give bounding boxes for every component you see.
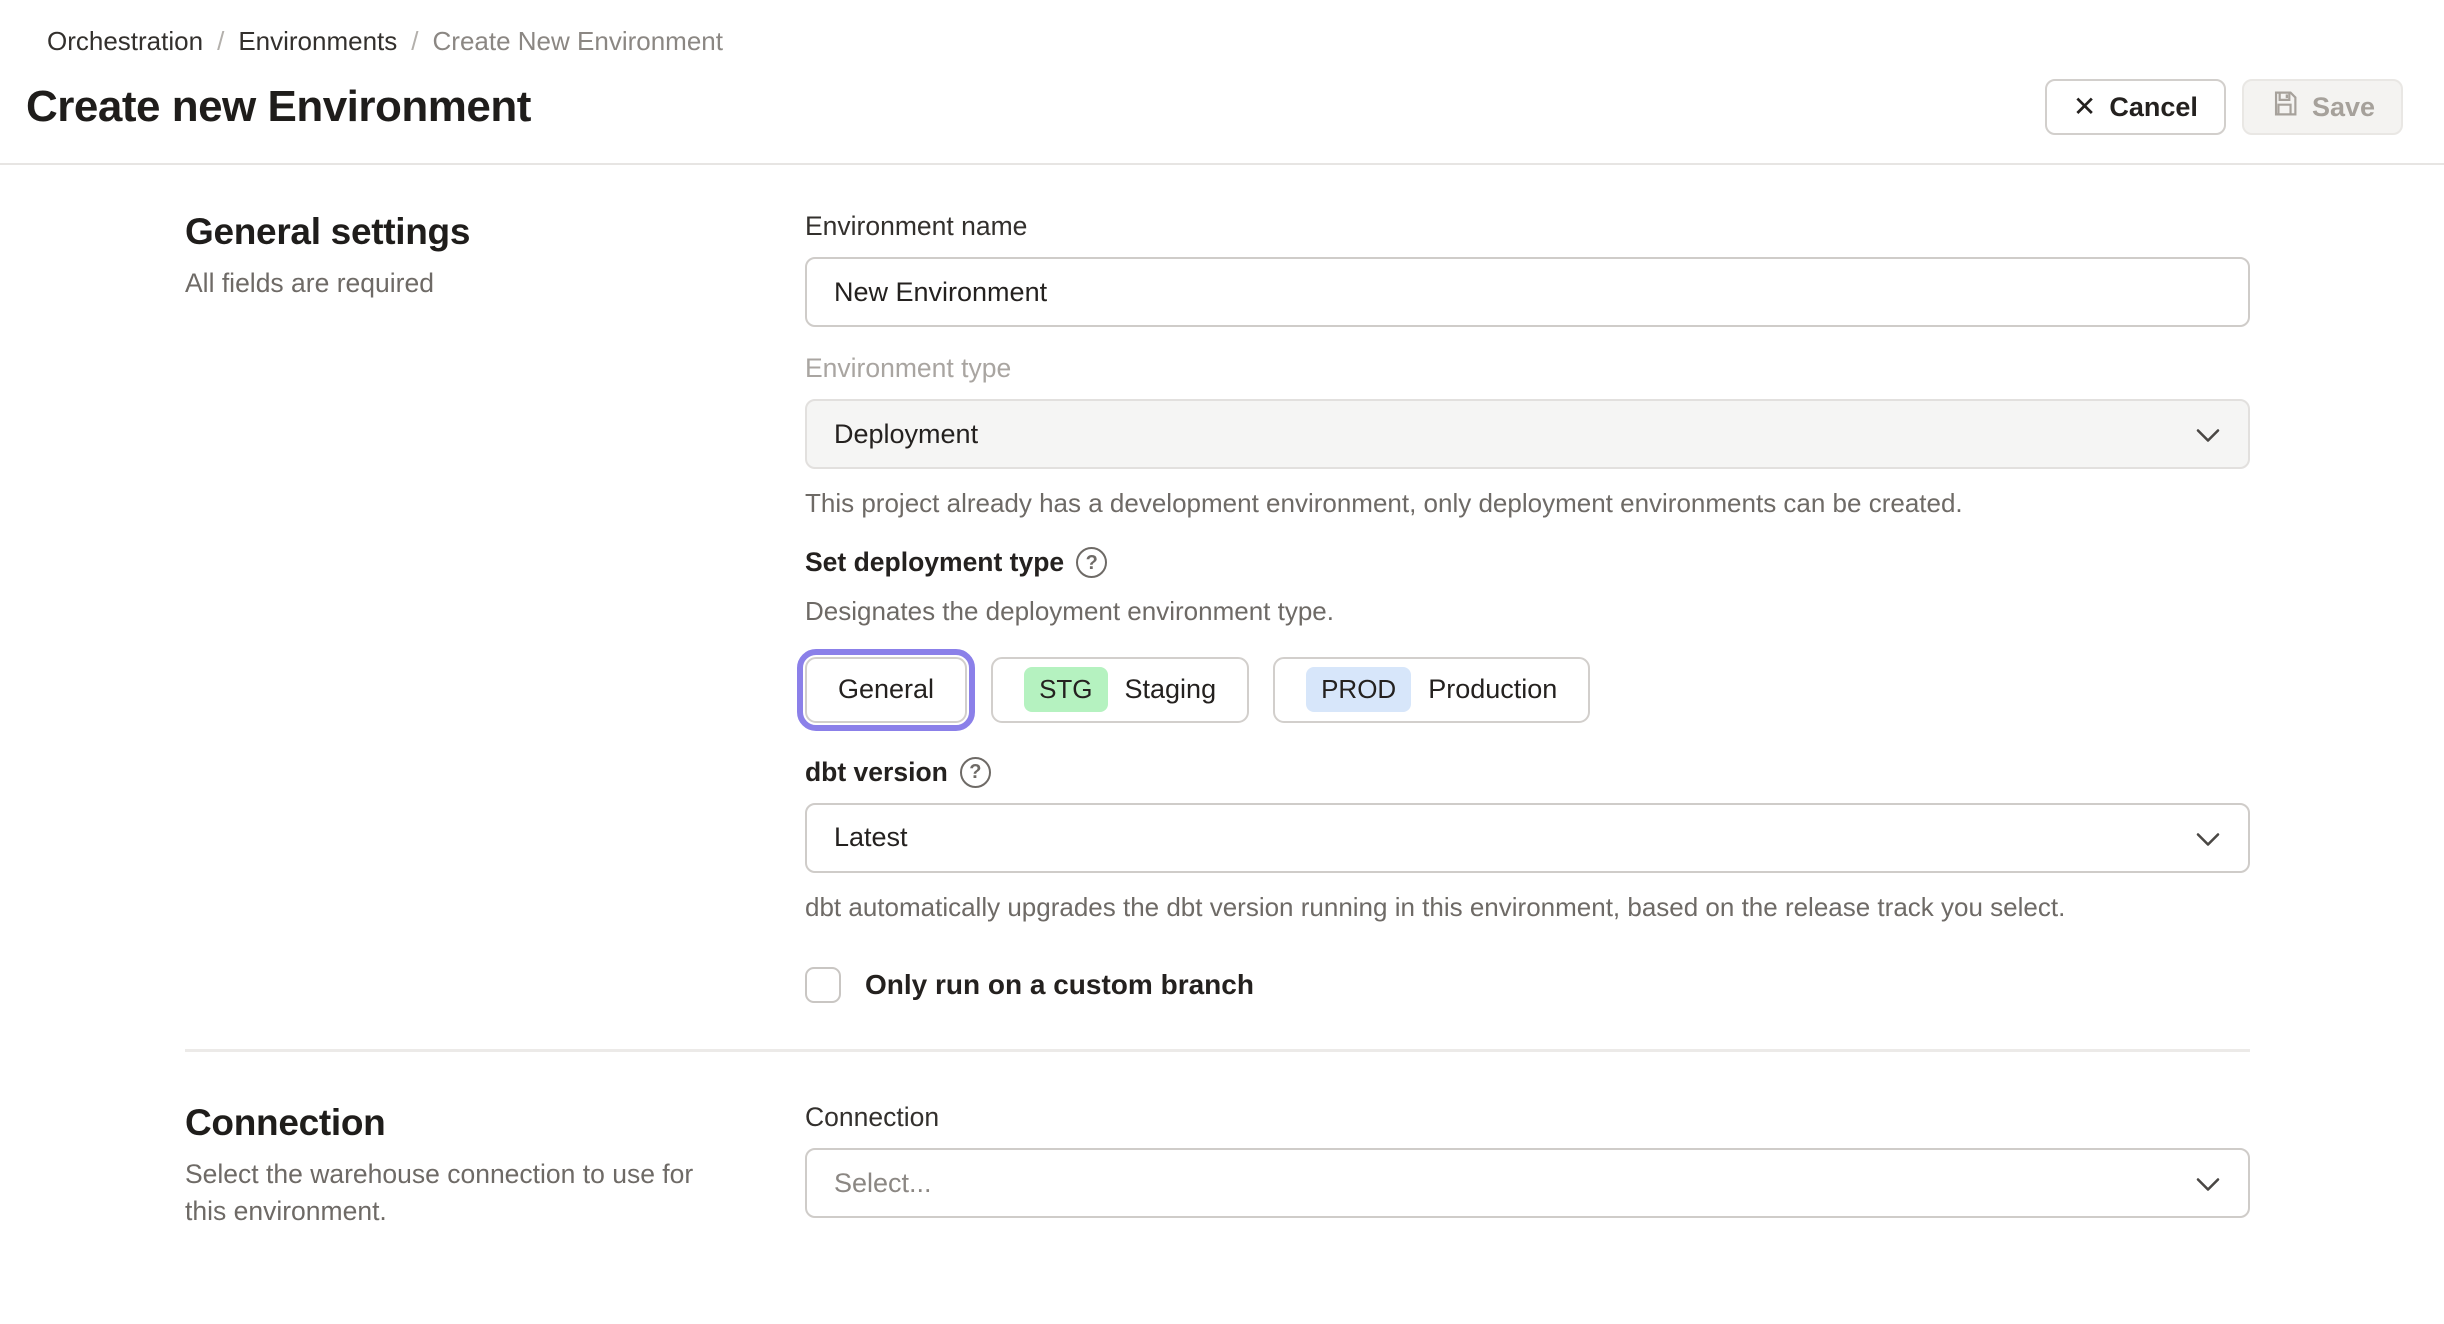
save-button[interactable]: Save (2241, 79, 2403, 135)
deployment-type-general-button[interactable]: General (796, 648, 976, 731)
breadcrumb-orchestration[interactable]: Orchestration (47, 26, 203, 57)
connection-form: Connection Select... (805, 1102, 2250, 1244)
breadcrumb-create-new-environment: Create New Environment (432, 26, 723, 56)
environment-type-select: Deployment (805, 399, 2250, 469)
bottom-spacer (185, 1244, 2250, 1324)
connection-subheading: Select the warehouse connection to use f… (185, 1159, 694, 1227)
general-settings-section: General settings All fields are required… (185, 211, 2250, 1004)
chevron-down-icon (2196, 822, 2220, 853)
custom-branch-checkbox-row[interactable]: Only run on a custom branch (805, 967, 2250, 1004)
page-header: Create new Environment ✕ Cancel Save (0, 57, 2444, 163)
chevron-down-icon (2196, 1168, 2220, 1199)
deployment-type-production-button[interactable]: PROD Production (1273, 656, 1591, 723)
connection-label: Connection (805, 1102, 940, 1133)
dbt-version-label-text: dbt version (805, 756, 948, 787)
save-button-label: Save (2311, 91, 2375, 122)
production-badge: PROD (1306, 667, 1412, 713)
cancel-button[interactable]: ✕ Cancel (2044, 79, 2226, 135)
dbt-version-label: dbt version ? (805, 756, 2250, 788)
general-settings-heading: General settings (185, 211, 471, 252)
breadcrumb-environments[interactable]: Environments (238, 26, 397, 57)
general-settings-form: Environment name Environment type Deploy… (796, 211, 2250, 1004)
connection-intro: Connection Select the warehouse connecti… (185, 1102, 805, 1230)
dbt-version-value: Latest (834, 822, 908, 853)
breadcrumb-separator: / (217, 26, 225, 56)
environment-type-helper: This project already has a development e… (805, 488, 1963, 518)
connection-heading: Connection (185, 1102, 386, 1144)
header-actions: ✕ Cancel Save (2044, 79, 2403, 135)
custom-branch-checkbox[interactable] (805, 967, 841, 1004)
connection-select[interactable]: Select... (805, 1148, 2250, 1219)
custom-branch-label: Only run on a custom branch (865, 969, 1254, 1001)
breadcrumb: Orchestration / Environments / Create Ne… (0, 0, 2444, 57)
deployment-type-options: General STG Staging PROD Production (796, 648, 2250, 731)
environment-type-value: Deployment (834, 418, 979, 449)
dbt-version-select[interactable]: Latest (805, 802, 2250, 873)
staging-badge: STG (1024, 667, 1108, 713)
deployment-type-staging-button[interactable]: STG Staging (991, 656, 1250, 723)
environment-name-label: Environment name (805, 211, 1028, 241)
deployment-type-field: Set deployment type ? Designates the dep… (796, 547, 2250, 731)
breadcrumb-separator: / (411, 26, 419, 56)
dbt-version-field: dbt version ? Latest dbt automatically u… (805, 756, 2250, 925)
save-icon (2270, 89, 2299, 125)
deployment-type-production-label: Production (1428, 674, 1558, 705)
environment-name-input[interactable] (805, 257, 2250, 327)
cancel-button-label: Cancel (2109, 91, 2198, 122)
connection-field: Connection Select... (805, 1102, 2250, 1219)
page-title: Create new Environment (26, 82, 531, 131)
deployment-type-staging-label: Staging (1124, 674, 1217, 705)
chevron-down-icon (2196, 419, 2220, 450)
deployment-type-helper: Designates the deployment environment ty… (805, 596, 1334, 627)
section-divider (185, 1049, 2250, 1053)
dbt-version-helper: dbt automatically upgrades the dbt versi… (805, 891, 2066, 922)
connection-section: Connection Select the warehouse connecti… (185, 1102, 2250, 1244)
environment-name-field: Environment name (805, 211, 2250, 327)
connection-placeholder: Select... (834, 1167, 932, 1198)
deployment-type-label-text: Set deployment type (805, 547, 1065, 578)
main-content: General settings All fields are required… (0, 165, 2444, 1324)
environment-type-field: Environment type Deployment This project… (805, 353, 2250, 521)
general-settings-intro: General settings All fields are required (185, 211, 805, 302)
help-icon[interactable]: ? (959, 756, 991, 788)
deployment-type-label: Set deployment type ? (805, 547, 2250, 579)
close-icon: ✕ (2072, 91, 2097, 122)
help-icon[interactable]: ? (1076, 547, 1108, 579)
deployment-type-general-label: General (838, 674, 935, 705)
environment-type-label: Environment type (805, 353, 1012, 383)
general-settings-subheading: All fields are required (185, 268, 434, 298)
